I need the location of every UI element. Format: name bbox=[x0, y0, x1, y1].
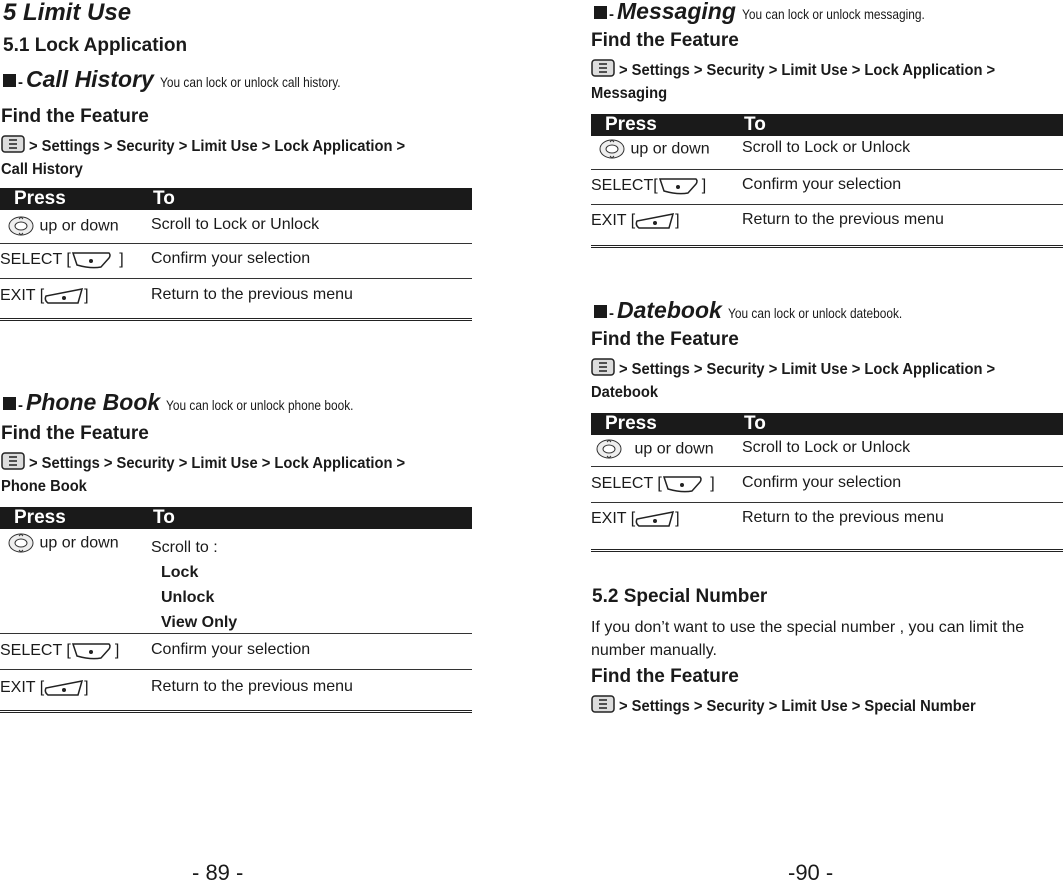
feature-description: You can lock or unlock messaging. bbox=[741, 6, 925, 22]
find-feature-heading: Find the Feature bbox=[1, 106, 149, 127]
feature-description: You can lock or unlock call history. bbox=[159, 74, 341, 90]
feature-name: Call History bbox=[26, 66, 154, 92]
menu-key-icon bbox=[1, 452, 25, 470]
bullet-square-icon bbox=[594, 305, 607, 318]
menu-key-icon bbox=[591, 695, 615, 713]
table-row: SELECT [ ] Confirm your selection bbox=[591, 467, 1063, 503]
menu-path: > Settings > Security > Limit Use > Lock… bbox=[1, 452, 473, 498]
right-softkey-icon bbox=[635, 213, 674, 229]
chapter-title: 5 Limit Use bbox=[3, 0, 132, 26]
call-history-table: Press To up or down Scroll to Lock or Unl… bbox=[0, 188, 472, 321]
table-row: SELECT [ ] Confirm your selection bbox=[0, 244, 472, 279]
menu-key-icon bbox=[1, 135, 25, 153]
table-row: SELECT[] Confirm your selection bbox=[591, 170, 1063, 205]
menu-key-icon bbox=[591, 358, 615, 376]
table-row: EXIT [] Return to the previous menu bbox=[591, 509, 944, 528]
feature-name: Messaging bbox=[617, 0, 736, 24]
left-softkey-icon bbox=[663, 476, 702, 493]
menu-key-icon bbox=[591, 59, 615, 77]
menu-path: > Settings > Security > Limit Use > Lock… bbox=[591, 358, 1063, 404]
table-header: Press To bbox=[591, 413, 1063, 435]
navigation-key-icon bbox=[596, 439, 622, 459]
find-feature-heading: Find the Feature bbox=[1, 423, 149, 444]
table-row: EXIT [] Return to the previous menu bbox=[0, 286, 353, 305]
page-number: -90 - bbox=[788, 860, 834, 882]
left-softkey-icon bbox=[658, 178, 698, 195]
navigation-key-icon bbox=[599, 139, 625, 159]
right-softkey-icon bbox=[635, 511, 674, 527]
phone-book-table: Press To up or down Scroll to : Lock Unlo… bbox=[0, 507, 472, 713]
table-end-rule bbox=[0, 314, 472, 321]
section-text: If you don’t want to use the special num… bbox=[591, 619, 1025, 659]
table-row: up or down Scroll to Lock or Unlock bbox=[591, 136, 1063, 170]
option-unlock: Unlock bbox=[161, 589, 215, 606]
find-feature-heading: Find the Feature bbox=[591, 666, 739, 687]
table-row: up or down Scroll to Lock or Unlock bbox=[0, 210, 472, 244]
left-softkey-icon bbox=[72, 252, 111, 269]
table-row: up or down Scroll to : Lock Unlock View … bbox=[0, 529, 472, 634]
table-end-rule bbox=[591, 545, 1063, 552]
section-title: 5.1 Lock Application bbox=[3, 35, 188, 56]
menu-path: > Settings > Security > Limit Use > Spec… bbox=[591, 695, 1063, 718]
datebook-table: Press To up or down Scroll to Lock or Unl… bbox=[591, 413, 1063, 552]
manual-page-spread: 5 Limit Use 5.1 Lock Application - Call … bbox=[0, 0, 1063, 882]
table-row: EXIT [] Return to the previous menu bbox=[0, 678, 353, 697]
bullet-square-icon bbox=[3, 74, 16, 87]
datebook-heading: - Datebook You can lock or unlock datebo… bbox=[594, 297, 933, 324]
call-history-heading: - Call History You can lock or unlock ca… bbox=[3, 66, 372, 93]
table-row: SELECT [] Confirm your selection bbox=[0, 634, 472, 670]
table-end-rule bbox=[591, 241, 1063, 248]
bullet-square-icon bbox=[594, 6, 607, 19]
feature-name: Datebook bbox=[617, 297, 722, 323]
navigation-key-icon bbox=[8, 533, 34, 553]
right-softkey-icon bbox=[44, 288, 83, 304]
section-title: 5.2 Special Number bbox=[592, 586, 768, 607]
table-row: up or down Scroll to Lock or Unlock bbox=[591, 435, 1063, 467]
right-softkey-icon bbox=[44, 680, 83, 696]
messaging-table: Press To up or down Scroll to Lock or Unl… bbox=[591, 114, 1063, 248]
left-softkey-icon bbox=[72, 643, 111, 660]
menu-path: > Settings > Security > Limit Use > Lock… bbox=[1, 135, 473, 181]
option-lock: Lock bbox=[161, 564, 199, 581]
bullet-square-icon bbox=[3, 397, 16, 410]
find-feature-heading: Find the Feature bbox=[591, 329, 739, 350]
page-number: - 89 - bbox=[192, 860, 244, 882]
table-header: Press To bbox=[0, 188, 472, 210]
feature-name: Phone Book bbox=[26, 389, 161, 415]
phone-book-heading: - Phone Book You can lock or unlock phon… bbox=[3, 389, 387, 416]
messaging-heading: - Messaging You can lock or unlock messa… bbox=[594, 0, 957, 25]
table-header: Press To bbox=[0, 507, 472, 529]
table-row: EXIT [] Return to the previous menu bbox=[591, 211, 944, 230]
feature-description: You can lock or unlock datebook. bbox=[727, 305, 903, 321]
navigation-key-icon bbox=[8, 216, 34, 236]
table-end-rule bbox=[0, 706, 472, 713]
find-feature-heading: Find the Feature bbox=[591, 30, 739, 51]
scroll-label: Scroll to : bbox=[151, 539, 218, 556]
feature-description: You can lock or unlock phone book. bbox=[166, 397, 354, 413]
option-view-only: View Only bbox=[161, 614, 238, 631]
menu-path: > Settings > Security > Limit Use > Lock… bbox=[591, 59, 1063, 105]
table-header: Press To bbox=[591, 114, 1063, 136]
